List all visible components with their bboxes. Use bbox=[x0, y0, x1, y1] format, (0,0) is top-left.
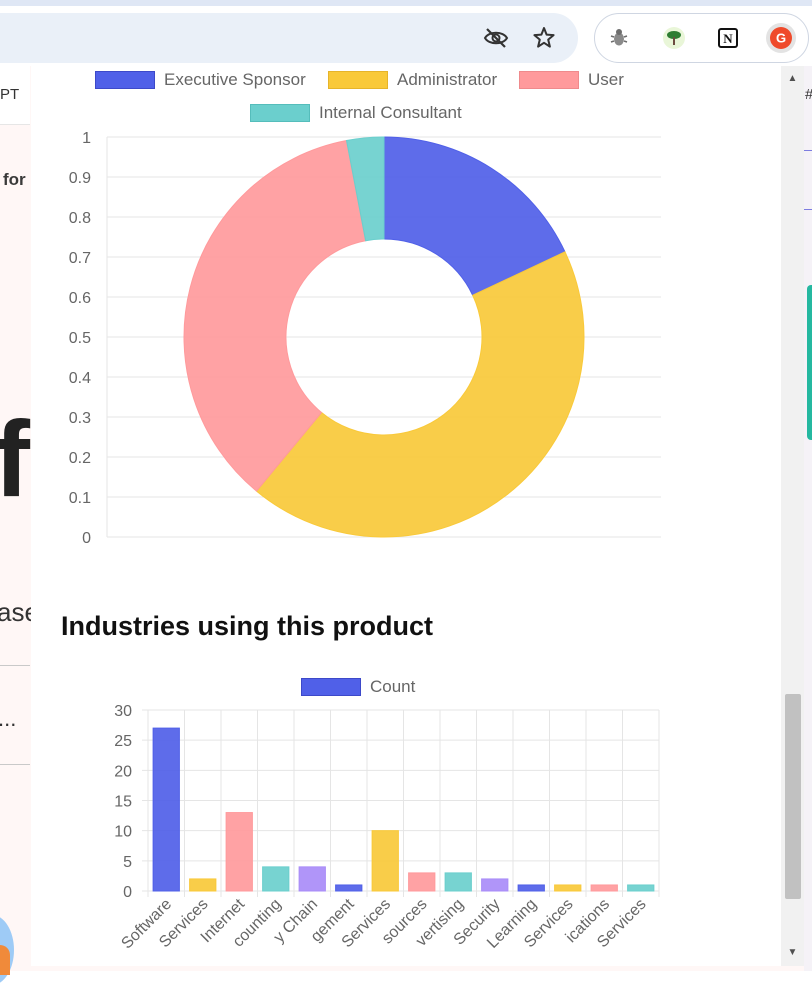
background-right-box bbox=[804, 150, 812, 210]
bar[interactable] bbox=[481, 878, 509, 892]
legend-label: Internal Consultant bbox=[319, 103, 462, 122]
bar[interactable] bbox=[371, 830, 399, 892]
legend-swatch bbox=[250, 104, 310, 122]
bar[interactable] bbox=[335, 884, 363, 892]
scroll-thumb[interactable] bbox=[785, 694, 801, 899]
background-divider bbox=[0, 764, 30, 765]
y-tick-label: 15 bbox=[114, 794, 132, 811]
legend-label: Administrator bbox=[397, 70, 498, 89]
background-divider bbox=[0, 665, 30, 666]
legend-label: Count bbox=[370, 677, 416, 696]
y-tick-label: 0 bbox=[82, 530, 91, 547]
g2-button[interactable]: G bbox=[766, 23, 796, 53]
y-tick-label: 20 bbox=[114, 763, 132, 780]
y-tick-label: 0.2 bbox=[69, 450, 91, 467]
bar[interactable] bbox=[444, 872, 472, 892]
bar[interactable] bbox=[627, 884, 655, 892]
doughnut-segment[interactable] bbox=[255, 251, 585, 538]
industries-bar-chart: 302520151050SoftwareServicesInternetcoun… bbox=[114, 703, 660, 952]
eye-off-icon[interactable] bbox=[482, 24, 510, 52]
legend-swatch bbox=[95, 71, 155, 89]
y-tick-label: 25 bbox=[114, 733, 132, 750]
legend-item[interactable]: Internal Consultant bbox=[250, 103, 462, 123]
y-tick-label: 0.3 bbox=[69, 410, 91, 427]
bar[interactable] bbox=[408, 872, 436, 892]
bar[interactable] bbox=[298, 866, 326, 892]
section-title: Industries using this product bbox=[61, 611, 434, 641]
y-tick-label: 30 bbox=[114, 703, 132, 720]
extension-popup: Executive Sponsor Administrator User Int… bbox=[31, 66, 781, 966]
star-icon[interactable] bbox=[530, 24, 558, 52]
background-right-fragment: # bbox=[805, 86, 812, 103]
g2-letter: G bbox=[776, 31, 786, 46]
y-tick-label: 0.1 bbox=[69, 490, 91, 507]
y-tick-label: 0.9 bbox=[69, 170, 91, 187]
background-ellipsis: ... bbox=[0, 706, 17, 731]
legend-item[interactable]: Administrator bbox=[328, 70, 497, 90]
bug-extension-icon[interactable] bbox=[605, 24, 633, 52]
popup-scrollbar[interactable]: ▲ ▼ bbox=[781, 66, 804, 966]
y-tick-label: 0.5 bbox=[69, 330, 91, 347]
g2-icon: G bbox=[770, 27, 792, 49]
y-tick-label: 10 bbox=[114, 824, 132, 841]
legend-item[interactable]: Count bbox=[301, 677, 415, 697]
legend-swatch bbox=[519, 71, 579, 89]
legend-label: User bbox=[588, 70, 624, 89]
notion-icon[interactable]: N bbox=[714, 24, 742, 52]
y-tick-label: 1 bbox=[82, 130, 91, 147]
bar[interactable] bbox=[225, 812, 253, 892]
bar[interactable] bbox=[152, 727, 180, 892]
scroll-down-arrow[interactable]: ▼ bbox=[781, 942, 804, 962]
background-tab-fragment: PT bbox=[0, 86, 20, 103]
tree-extension-icon[interactable] bbox=[660, 24, 688, 52]
y-tick-label: 5 bbox=[123, 854, 132, 871]
legend-label: Executive Sponsor bbox=[164, 70, 306, 89]
notion-letter: N bbox=[723, 31, 733, 46]
tab-strip bbox=[0, 0, 812, 6]
y-tick-label: 0.8 bbox=[69, 210, 91, 227]
background-bold-fragment: for bbox=[3, 170, 26, 189]
y-tick-label: 0.4 bbox=[69, 370, 91, 387]
bar[interactable] bbox=[590, 884, 618, 892]
bar[interactable] bbox=[189, 878, 217, 892]
legend-swatch bbox=[301, 678, 361, 696]
bar[interactable] bbox=[262, 866, 290, 892]
y-tick-label: 0 bbox=[123, 884, 132, 901]
y-tick-label: 0.7 bbox=[69, 250, 91, 267]
roles-doughnut-chart: 1 0.9 0.8 0.7 0.6 0.5 0.4 0.3 0.2 0.1 0 bbox=[69, 130, 661, 547]
scroll-up-arrow[interactable]: ▲ bbox=[781, 68, 804, 88]
background-accent-shape bbox=[807, 285, 812, 440]
legend-swatch bbox=[328, 71, 388, 89]
legend-item[interactable]: Executive Sponsor bbox=[95, 70, 306, 90]
legend-item[interactable]: User bbox=[519, 70, 624, 90]
bar[interactable] bbox=[517, 884, 545, 892]
y-tick-label: 0.6 bbox=[69, 290, 91, 307]
bar[interactable] bbox=[554, 884, 582, 892]
